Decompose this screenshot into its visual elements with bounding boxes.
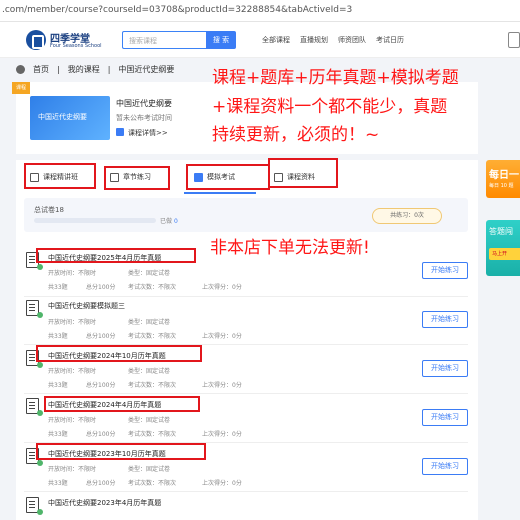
last-score: 上次得分：0分	[202, 284, 242, 291]
exam-time: 暂未公布考试时间	[116, 114, 172, 122]
browser-url-bar[interactable]: .com/member/course?courseId=03708&produc…	[0, 0, 520, 22]
annotation-box	[36, 248, 196, 263]
banner-sub: 每日 10 题	[489, 183, 514, 189]
annotation-box	[104, 166, 170, 190]
course-title: 中国近代史纲要	[116, 99, 172, 108]
paper-icon	[26, 398, 43, 416]
site-header: 四季学堂 Four Seasons School 搜索课程 搜 索 全部课程 直…	[0, 22, 520, 58]
open-time: 开放时间：不限时	[48, 466, 97, 473]
breadcrumb-sep: |	[107, 65, 111, 74]
question-count: 共33题	[48, 382, 68, 389]
open-time: 开放时间：不限时	[48, 417, 97, 424]
daily-practice-banner[interactable]: 每日一 每日 10 题	[486, 160, 520, 198]
start-practice-button[interactable]: 开始练习	[422, 409, 468, 426]
breadcrumb-my-courses[interactable]: 我的课程	[68, 64, 100, 75]
exam-times: 考试次数：不限次	[128, 284, 177, 291]
nav-teachers[interactable]: 师资团队	[338, 35, 366, 45]
breadcrumb-sep: |	[57, 65, 60, 74]
total-score: 总分100分	[86, 284, 116, 291]
last-score: 上次得分：0分	[202, 431, 242, 438]
paper-type: 类型：固定试卷	[128, 466, 171, 473]
course-ribbon: 课程	[12, 82, 30, 94]
paper-type: 类型：固定试卷	[128, 417, 171, 424]
banner-title: 答题闯	[489, 227, 513, 236]
url-text: .com/member/course?courseId=03708&produc…	[2, 5, 353, 15]
practice-count-badge: 共练习：0次	[372, 208, 442, 224]
quiz-challenge-banner[interactable]: 答题闯 马上开	[486, 220, 520, 276]
exam-times: 考试次数：不限次	[128, 431, 177, 438]
divider	[24, 491, 468, 492]
search-input[interactable]: 搜索课程	[122, 31, 206, 49]
paper-icon	[26, 300, 43, 318]
paper-type: 类型：固定试卷	[128, 368, 171, 375]
nav-exam-calendar[interactable]: 考试日历	[376, 35, 404, 45]
start-practice-button[interactable]: 开始练习	[422, 311, 468, 328]
breadcrumb: 首页 | 我的课程 | 中国近代史纲要	[16, 64, 174, 75]
question-count: 共33题	[48, 284, 68, 291]
last-score: 上次得分：0分	[202, 480, 242, 487]
search-button[interactable]: 搜 索	[206, 31, 236, 49]
start-practice-button[interactable]: 开始练习	[422, 360, 468, 377]
progress-bar	[34, 218, 156, 223]
exam-times: 考试次数：不限次	[128, 333, 177, 340]
exam-times: 考试次数：不限次	[128, 382, 177, 389]
progress-text: 已做 0	[160, 216, 178, 225]
annotation-box	[44, 396, 200, 412]
total-score: 总分100分	[86, 333, 116, 340]
last-score: 上次得分：0分	[202, 382, 242, 389]
divider	[24, 393, 468, 394]
promo-line-1: 课程+题库+历年真题+模拟考题	[212, 68, 459, 88]
exam-times: 考试次数：不限次	[128, 480, 177, 487]
annotation-box	[36, 345, 202, 362]
done-count: 0	[173, 218, 178, 225]
total-papers: 总试卷18	[34, 206, 64, 214]
last-score: 上次得分：0分	[202, 333, 242, 340]
paper-title[interactable]: 中国近代史纲要模拟题三	[48, 301, 125, 311]
nav-live-plan[interactable]: 直播规划	[300, 35, 328, 45]
start-practice-button[interactable]: 开始练习	[422, 458, 468, 475]
active-tab-indicator	[184, 192, 256, 194]
course-cover[interactable]: 中国近代史纲要	[30, 96, 110, 140]
done-label: 已做	[160, 218, 173, 225]
banner-title: 每日一	[489, 170, 519, 181]
device-icon[interactable]	[508, 32, 520, 48]
annotation-box	[24, 163, 96, 189]
breadcrumb-current: 中国近代史纲要	[118, 65, 175, 74]
cover-title: 中国近代史纲要	[38, 113, 87, 121]
annotation-box	[186, 164, 270, 190]
promo-line-3: 持续更新，必须的！~	[212, 125, 380, 145]
question-count: 共33题	[48, 431, 68, 438]
total-score: 总分100分	[86, 431, 116, 438]
home-icon[interactable]	[16, 65, 25, 74]
open-time: 开放时间：不限时	[48, 368, 97, 375]
start-practice-button[interactable]: 开始练习	[422, 262, 468, 279]
course-details-link[interactable]: 课程详情>>	[116, 128, 168, 138]
promo-line-4: 非本店下单无法更新!	[210, 238, 370, 258]
question-count: 共33题	[48, 333, 68, 340]
logo-icon[interactable]	[26, 30, 46, 50]
promo-line-2: +课程资料一个都不能少，真题	[212, 97, 448, 117]
annotation-box	[268, 158, 338, 188]
total-score: 总分100分	[86, 480, 116, 487]
breadcrumb-home[interactable]: 首页	[33, 64, 49, 75]
divider	[24, 296, 468, 297]
paper-icon	[26, 497, 43, 515]
paper-title[interactable]: 中国近代史纲要2023年4月历年真题	[48, 498, 161, 508]
open-time: 开放时间：不限时	[48, 319, 97, 326]
total-score: 总分100分	[86, 382, 116, 389]
nav-all-courses[interactable]: 全部课程	[262, 35, 290, 45]
annotation-box	[36, 443, 206, 460]
question-count: 共33题	[48, 480, 68, 487]
open-time: 开放时间：不限时	[48, 270, 97, 277]
banner-button[interactable]: 马上开	[489, 248, 520, 260]
logo-subtitle: Four Seasons School	[50, 43, 102, 49]
paper-type: 类型：固定试卷	[128, 319, 171, 326]
paper-type: 类型：固定试卷	[128, 270, 171, 277]
